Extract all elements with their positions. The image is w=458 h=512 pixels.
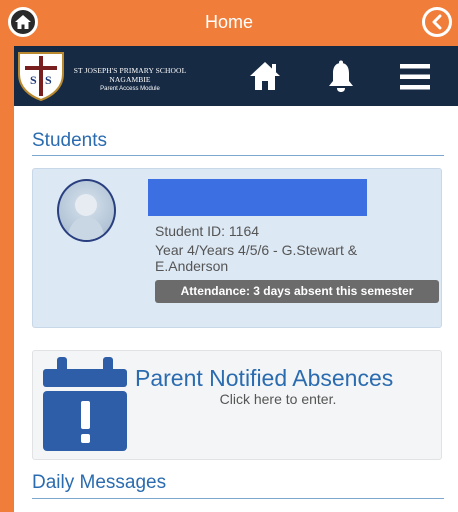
back-circle-icon — [432, 14, 442, 30]
main-content: Students Student ID: 1164 Year 4/Years 4… — [14, 106, 458, 512]
parent-notified-absences-card[interactable]: Parent Notified Absences Click here to e… — [32, 350, 442, 460]
svg-text:S: S — [45, 73, 52, 87]
absences-title: Parent Notified Absences — [135, 365, 394, 391]
school-crest-logo: S S — [18, 52, 64, 102]
students-section-title: Students — [32, 130, 107, 151]
student-photo-icon — [67, 194, 105, 240]
left-accent-stripe — [0, 0, 14, 512]
student-card[interactable]: Student ID: 1164 Year 4/Years 4/5/6 - G.… — [32, 168, 442, 328]
home-icon[interactable] — [248, 60, 282, 92]
section-divider — [32, 155, 444, 156]
school-name: ST JOSEPH'S PRIMARY SCHOOL NAGAMBIE — [73, 66, 187, 84]
module-name: Parent Access Module — [100, 86, 160, 92]
school-header: S S ST JOSEPH'S PRIMARY SCHOOL NAGAMBIE … — [14, 46, 458, 106]
page-title: Home — [204, 12, 253, 32]
absences-subtitle: Click here to enter. — [219, 391, 337, 407]
student-avatar — [57, 179, 116, 242]
section-divider — [32, 498, 444, 499]
svg-text:S: S — [30, 73, 37, 87]
menu-icon[interactable] — [400, 64, 430, 90]
student-class: Year 4/Years 4/5/6 - G.Stewart & E.Ander… — [155, 242, 358, 274]
redacted-student-name — [148, 179, 367, 216]
bell-icon[interactable] — [327, 60, 355, 94]
top-bar: Home — [0, 0, 458, 46]
back-button[interactable] — [422, 7, 452, 37]
student-id: Student ID: 1164 — [155, 223, 260, 239]
daily-messages-title: Daily Messages — [32, 472, 167, 493]
calendar-alert-icon — [43, 357, 127, 451]
attendance-badge: Attendance: 3 days absent this semester — [155, 280, 439, 303]
